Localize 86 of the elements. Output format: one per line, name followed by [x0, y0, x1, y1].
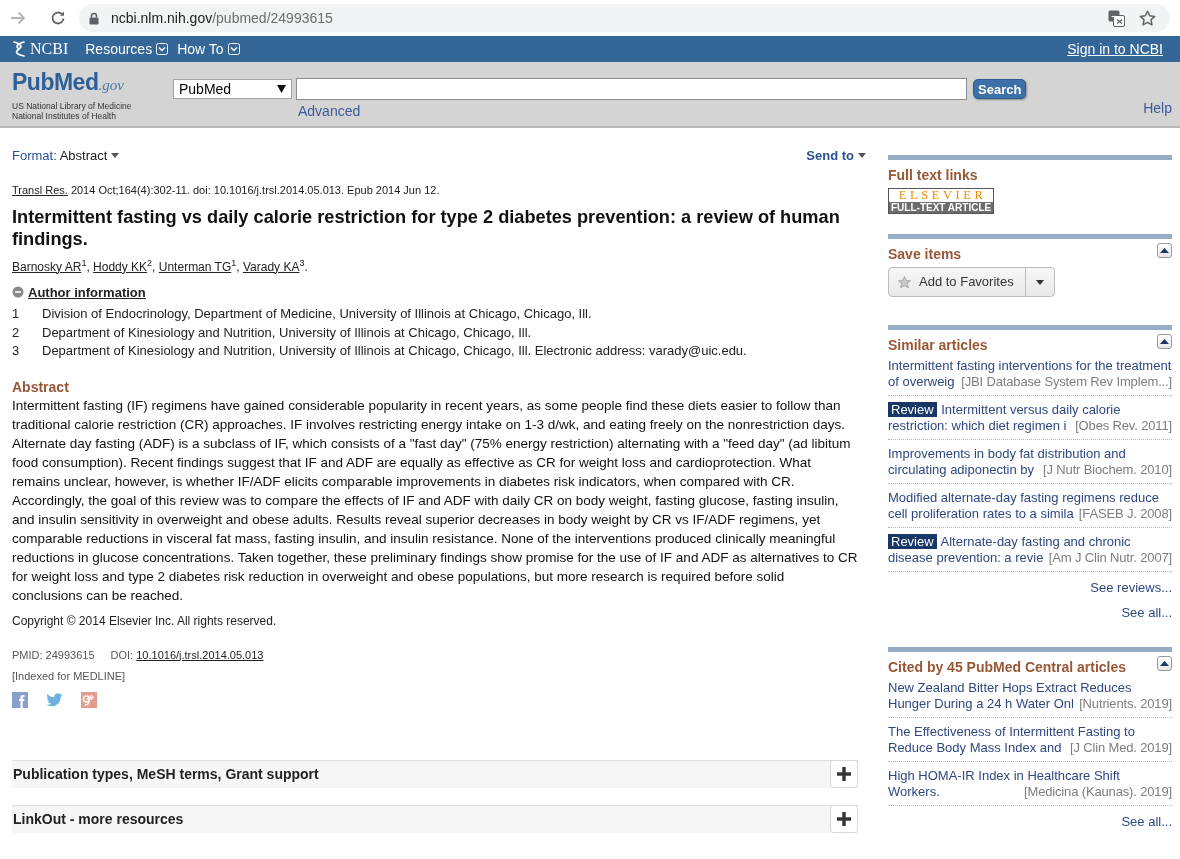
- doi-text: DOI: 10.1016/j.trsl.2014.05.013: [110, 647, 264, 663]
- author-link[interactable]: Barnosky AR: [12, 259, 82, 274]
- minus-circle-icon[interactable]: [12, 286, 24, 299]
- caret-icon: [277, 85, 286, 93]
- section-title[interactable]: LinkOut - more resources: [12, 808, 830, 830]
- article-link[interactable]: High HOMA-IR Index in Healthcare Shift Workers. [Medicina (Kaunas). 2019]: [888, 762, 1172, 806]
- journal-source: [Obes Rev. 2011]: [1075, 418, 1172, 434]
- article-title: Intermittent fasting vs daily calorie restriction for type 2 diabetes prevention: a review of human findings.: [12, 205, 841, 250]
- advanced-link[interactable]: Advanced: [298, 103, 361, 119]
- affiliation-number: 1: [12, 305, 21, 323]
- star-icon[interactable]: [1139, 9, 1156, 27]
- more-link[interactable]: See all...: [1121, 602, 1172, 622]
- abstract-heading: Abstract: [12, 378, 70, 396]
- send-to-menu[interactable]: Send to: [806, 146, 866, 166]
- more-link[interactable]: See all...: [1121, 812, 1172, 832]
- expand-button[interactable]: [830, 805, 858, 833]
- nav-menu[interactable]: How To: [177, 38, 240, 60]
- caret-icon: [111, 153, 120, 159]
- translate-icon[interactable]: [1108, 9, 1125, 27]
- reload-button[interactable]: [50, 10, 66, 26]
- journal-source: [J Clin Med. 2019]: [1069, 740, 1172, 756]
- journal-source: [Medicina (Kaunas). 2019]: [1024, 784, 1172, 800]
- more-link[interactable]: See reviews...: [1090, 578, 1172, 598]
- journal-source: [J Nutr Biochem. 2010]: [1043, 462, 1172, 478]
- database-select[interactable]: PubMed: [173, 79, 292, 99]
- collapse-button[interactable]: [1157, 334, 1172, 349]
- help-link[interactable]: Help: [1143, 98, 1172, 119]
- address-field[interactable]: ncbi.nlm.nih.gov/pubmed/24993615: [79, 4, 1170, 32]
- pmid-text: PMID: 24993615: [12, 647, 95, 663]
- doi-link[interactable]: 10.1016/j.trsl.2014.05.013: [136, 648, 264, 661]
- indexing-note: [Indexed for MEDLINE]: [12, 669, 127, 684]
- article-link[interactable]: The Effectiveness of Intermittent Fasting to Reduce Body Mass Index and [J Clin Med. 2019]: [888, 718, 1172, 762]
- affiliation-number: 3: [12, 342, 21, 360]
- author-link[interactable]: Hoddy KK: [93, 259, 148, 274]
- search-field[interactable]: [296, 78, 967, 100]
- affiliation-text: Department of Kinesiology and Nutrition, University of Illinois at Chicago, Chicago, Ill.: [42, 323, 532, 342]
- logo-subtitle: National Institutes of Health: [12, 111, 117, 121]
- pubmed-logo[interactable]: PubMed.gov: [12, 69, 173, 98]
- panel-heading: Save items: [888, 246, 962, 263]
- author-link[interactable]: Varady KA: [242, 259, 300, 274]
- search-button[interactable]: Search: [973, 79, 1027, 99]
- collapse-button[interactable]: [1157, 656, 1172, 671]
- star-icon: [898, 275, 911, 289]
- article-link[interactable]: Improvements in body fat distribution and circulating adiponectin by [J Nutr Biochem. 2010]: [888, 440, 1172, 484]
- abstract-text: Intermittent fasting (IF) regimens have gained considerable popularity in recent years, as some people find these diets easier to follow than traditional calorie restriction (CR) approaches. IF involves restricting energy intake on 1-3 d/wk, and eating freely on the nonrestriction days. Alternate day fasting (ADF) is a subclass of IF, which consists of a "fast day" (75% energy restriction) alternating with a "feed day" (ad libitum food consumption). Recent findings suggest that IF and ADF are equally as effective as CR for weight loss and cardioprotection. What remains unclear, however, is whether IF/ADF elicits comparable improvements in diabetes risk indicators, when compared with CR. Accordingly, the goal of this review was to compare the effects of IF and ADF with daily CR on body weight, fasting glucose, fasting insulin, and insulin sensitivity in overweight and obese adults. Results reveal superior decreases in body weight by CR vs IF/ADF regimens, yet comparable reductions in visceral fat mass, fasting insulin, and insulin resistance. None of the interventions produced clinically meaningful reductions in glucose concentrations. Taken together, these preliminary findings show promise for the use of IF and ADF as alternatives to CR for weight loss and type 2 diabetes risk reduction in overweight and obese populations, but more research is required before solid conclusions can be reached.: [12, 396, 858, 605]
- caret-icon: [858, 153, 866, 159]
- review-badge: Review: [888, 534, 937, 549]
- affiliation-text: Department of Kinesiology and Nutrition, University of Illinois at Chicago, Chicago, Ill. Electronic address: varady@uic.edu.: [42, 342, 747, 360]
- full-text-link[interactable]: ELSEVIER FULL-TEXT ARTICLE: [888, 188, 995, 214]
- collapse-button[interactable]: [1157, 243, 1172, 258]
- author-list: Barnosky AR$^{1}$, Hoddy KK$^{2}$, Unterman TG$^{1}$, Varady KA$^{3}$.: [12, 258, 858, 275]
- copyright-text: Copyright © 2014 Elsevier Inc. All rights reserved.: [12, 612, 278, 630]
- caret-icon: [1035, 279, 1044, 285]
- format-menu[interactable]: Format: Abstract: [12, 146, 120, 166]
- citation-line: Transl Res. 2014 Oct;164(4):302-11. doi: 10.1016/j.trsl.2014.05.013. Epub 2014 Jun 12.: [12, 182, 441, 197]
- facebook-icon[interactable]: [12, 691, 28, 708]
- journal-link[interactable]: Transl Res.: [12, 183, 68, 196]
- article-link[interactable]: Intermittent fasting interventions for the treatment of overweig [JBI Database System Rev Implem...]: [888, 352, 1172, 396]
- journal-source: [JBI Database System Rev Implem...]: [961, 374, 1172, 390]
- chevron-box-icon: [156, 43, 169, 55]
- panel-heading: Similar articles: [888, 337, 988, 354]
- journal-source: [Nutrients. 2019]: [1079, 696, 1172, 712]
- helix-icon[interactable]: [12, 40, 26, 58]
- panel-heading: Full text links: [888, 167, 978, 184]
- chevron-box-icon: [227, 43, 240, 55]
- article-link[interactable]: Modified alternate-day fasting regimens reduce cell proliferation rates to a simila [FASEB J. 2008]: [888, 484, 1172, 528]
- logo-subtitle: US National Library of Medicine: [12, 102, 133, 112]
- lock-icon: [89, 11, 99, 25]
- affiliation-number: 2: [12, 323, 21, 342]
- sign-in-link[interactable]: Sign in to NCBI: [1067, 38, 1163, 60]
- affiliation-text: Division of Endocrinology, Department of Medicine, University of Illinois at Chicago, Chicago, Ill.: [42, 305, 592, 323]
- review-badge: Review: [888, 402, 937, 417]
- article-link[interactable]: Review Alternate-day fasting and chronic disease prevention: a revie [Am J Clin Nutr. 2007]: [888, 528, 1172, 572]
- ncbi-logo[interactable]: NCBI: [30, 37, 69, 61]
- article-link[interactable]: Review Intermittent versus daily calorie restriction: which diet regimen i [Obes Rev. 2011]: [888, 396, 1172, 440]
- panel-heading: Cited by 45 PubMed Central articles: [888, 659, 1127, 676]
- journal-source: [Am J Clin Nutr. 2007]: [1048, 550, 1172, 566]
- arrow-right-icon: [10, 10, 26, 26]
- author-information-toggle[interactable]: Author information: [28, 282, 146, 302]
- nav-menu[interactable]: Resources: [85, 38, 169, 60]
- expand-button[interactable]: [830, 760, 858, 788]
- author-link[interactable]: Unterman TG: [158, 259, 232, 274]
- journal-source: [FASEB J. 2008]: [1078, 506, 1172, 522]
- article-link[interactable]: New Zealand Bitter Hops Extract Reduces Hunger During a 24 h Water Onl [Nutrients. 2019]: [888, 674, 1172, 718]
- section-title[interactable]: Publication types, MeSH terms, Grant support: [12, 763, 830, 785]
- reload-icon: [50, 10, 66, 26]
